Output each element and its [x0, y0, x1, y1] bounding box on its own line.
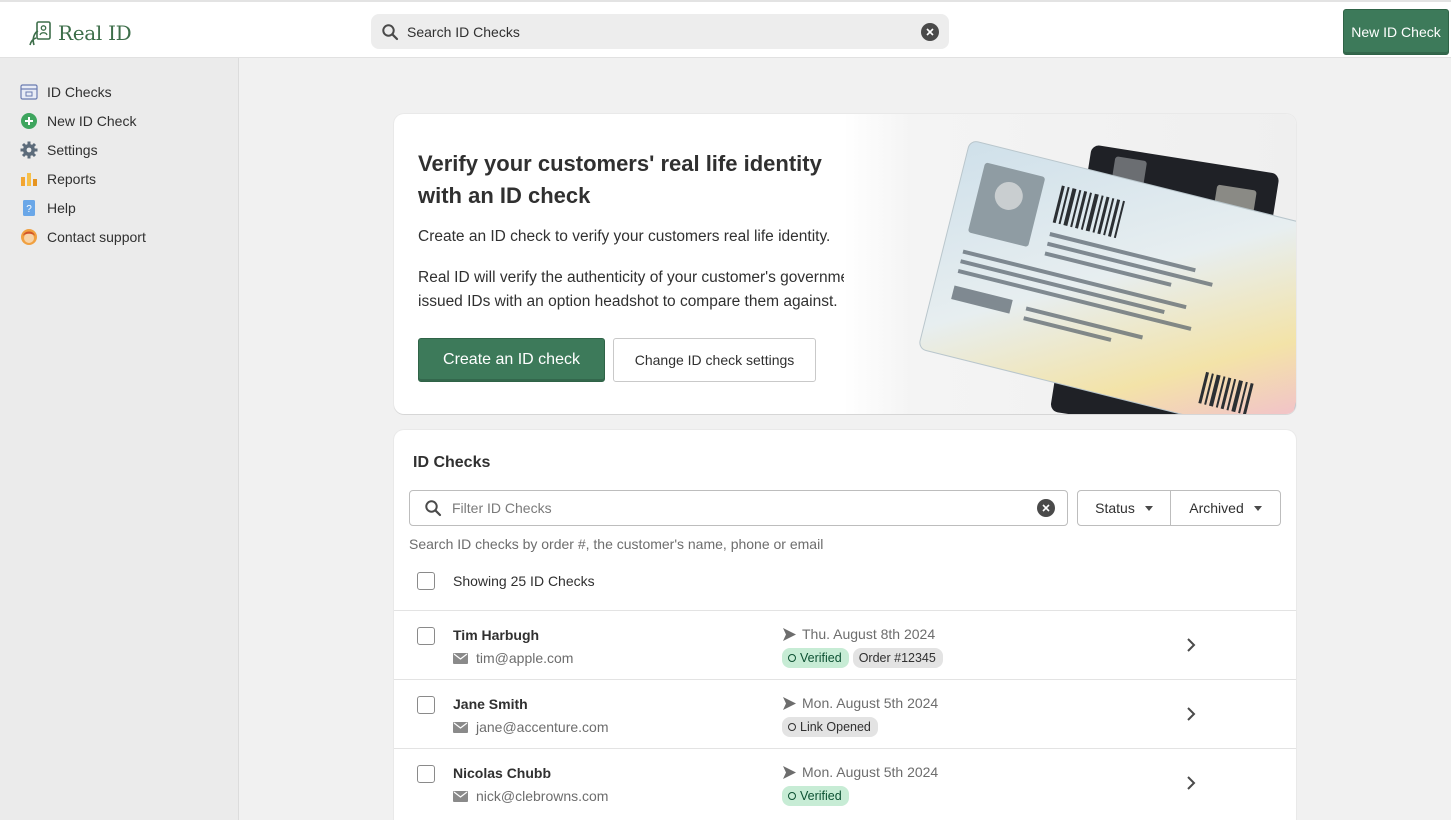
sidebar-item-label: Reports [47, 170, 97, 187]
status-dot-icon [788, 723, 796, 731]
row-badges: Link Opened [782, 717, 878, 737]
sidebar-item-label: Help [47, 199, 76, 216]
global-search[interactable] [371, 14, 949, 49]
showing-count: Showing 25 ID Checks [453, 573, 595, 589]
sidebar-item-help[interactable]: ? Help [0, 193, 238, 222]
sent-date: Mon. August 5th 2024 [782, 764, 938, 780]
search-icon [382, 23, 399, 40]
id-cards-illustration [844, 114, 1296, 414]
help-icon: ? [20, 199, 38, 217]
sidebar-item-new-id-check[interactable]: New ID Check [0, 106, 238, 135]
sidebar-item-contact-support[interactable]: Contact support [0, 222, 238, 251]
logo-icon [29, 21, 51, 46]
plus-circle-icon [20, 112, 38, 130]
customer-name: Jane Smith [453, 696, 528, 712]
top-bar: Real ID New ID Check [0, 0, 1451, 58]
chevron-right-icon[interactable] [1186, 776, 1196, 790]
create-id-check-button[interactable]: Create an ID check [418, 338, 605, 382]
app-logo[interactable]: Real ID [28, 19, 132, 47]
sidebar: ID Checks New ID Check Settings Reports … [0, 58, 239, 820]
sidebar-item-label: New ID Check [47, 112, 137, 129]
change-settings-button[interactable]: Change ID check settings [613, 338, 816, 382]
status-dot-icon [788, 792, 796, 800]
customer-email: nick@clebrowns.com [453, 788, 608, 804]
archived-filter-dropdown[interactable]: Archived [1170, 490, 1281, 526]
caret-down-icon [1253, 505, 1262, 511]
intro-text-1: Create an ID check to verify your custom… [418, 228, 831, 245]
gear-icon [20, 141, 38, 159]
status-text: Verified [800, 789, 842, 803]
filter-help-text: Search ID checks by order #, the custome… [409, 536, 824, 552]
date-text: Mon. August 5th 2024 [802, 764, 939, 780]
customer-name: Tim Harbugh [453, 627, 540, 643]
support-avatar-icon [20, 228, 38, 246]
status-badge: Verified [782, 648, 849, 668]
chevron-right-icon[interactable] [1186, 707, 1196, 721]
customer-email: tim@apple.com [453, 650, 573, 666]
filter-box[interactable] [409, 490, 1068, 526]
customer-email: jane@accenture.com [453, 719, 609, 735]
status-filter-dropdown[interactable]: Status [1077, 490, 1171, 526]
intro-title: Verify your customers' real life identit… [418, 151, 822, 208]
new-id-check-button[interactable]: New ID Check [1343, 9, 1449, 55]
email-text: jane@accenture.com [476, 719, 609, 735]
send-icon [783, 627, 796, 641]
id-checks-title: ID Checks [413, 454, 491, 471]
id-checks-card: ID Checks Status Archived Search ID chec… [394, 430, 1296, 820]
sidebar-item-label: Contact support [47, 228, 146, 245]
intro-card: Verify your customers' real life identit… [394, 114, 1296, 414]
table-row[interactable]: Jane Smith jane@accenture.com Mon. Augus… [394, 679, 1296, 748]
mail-icon [453, 721, 468, 733]
sidebar-item-reports[interactable]: Reports [0, 164, 238, 193]
row-checkbox[interactable] [417, 627, 435, 645]
row-checkbox[interactable] [417, 696, 435, 714]
email-text: nick@clebrowns.com [476, 788, 609, 804]
table-row[interactable]: Nicolas Chubb nick@clebrowns.com Mon. Au… [394, 748, 1296, 817]
status-badge: Link Opened [782, 717, 878, 737]
app-name: Real ID [58, 21, 132, 45]
status-dot-icon [788, 654, 796, 662]
table-row[interactable]: Tim Harbugh tim@apple.com Thu. August 8t… [394, 610, 1296, 679]
reports-icon [20, 170, 38, 188]
date-text: Mon. August 5th 2024 [802, 695, 939, 711]
date-text: Thu. August 8th 2024 [802, 626, 936, 642]
send-icon [783, 765, 796, 779]
row-badges: Verified [782, 786, 849, 806]
status-badge: Verified [782, 786, 849, 806]
sent-date: Thu. August 8th 2024 [782, 626, 935, 642]
row-checkbox[interactable] [417, 765, 435, 783]
global-search-input[interactable] [407, 23, 921, 40]
clear-filter-icon[interactable] [1037, 499, 1055, 517]
row-badges: Verified Order #12345 [782, 648, 943, 668]
sent-date: Mon. August 5th 2024 [782, 695, 938, 711]
chevron-right-icon[interactable] [1186, 638, 1196, 652]
mail-icon [453, 652, 468, 664]
status-text: Link Opened [800, 720, 871, 734]
caret-down-icon [1144, 505, 1153, 511]
status-filter-label: Status [1095, 500, 1135, 516]
customer-name: Nicolas Chubb [453, 765, 552, 781]
clear-search-icon[interactable] [921, 22, 939, 41]
sidebar-item-id-checks[interactable]: ID Checks [0, 77, 238, 106]
email-text: tim@apple.com [476, 650, 574, 666]
svg-text:?: ? [26, 204, 32, 215]
search-icon [425, 500, 442, 517]
intro-text-2: Real ID will verify the authenticity of … [418, 269, 863, 310]
select-all-checkbox[interactable] [417, 572, 435, 590]
status-text: Verified [800, 651, 842, 665]
sidebar-item-settings[interactable]: Settings [0, 135, 238, 164]
id-checks-icon [20, 83, 38, 101]
sidebar-item-label: ID Checks [47, 83, 112, 100]
select-all-row: Showing 25 ID Checks [417, 572, 595, 590]
mail-icon [453, 790, 468, 802]
send-icon [783, 696, 796, 710]
archived-filter-label: Archived [1189, 500, 1244, 516]
order-badge: Order #12345 [852, 648, 943, 668]
filter-input[interactable] [452, 500, 1037, 516]
sidebar-item-label: Settings [47, 141, 98, 158]
